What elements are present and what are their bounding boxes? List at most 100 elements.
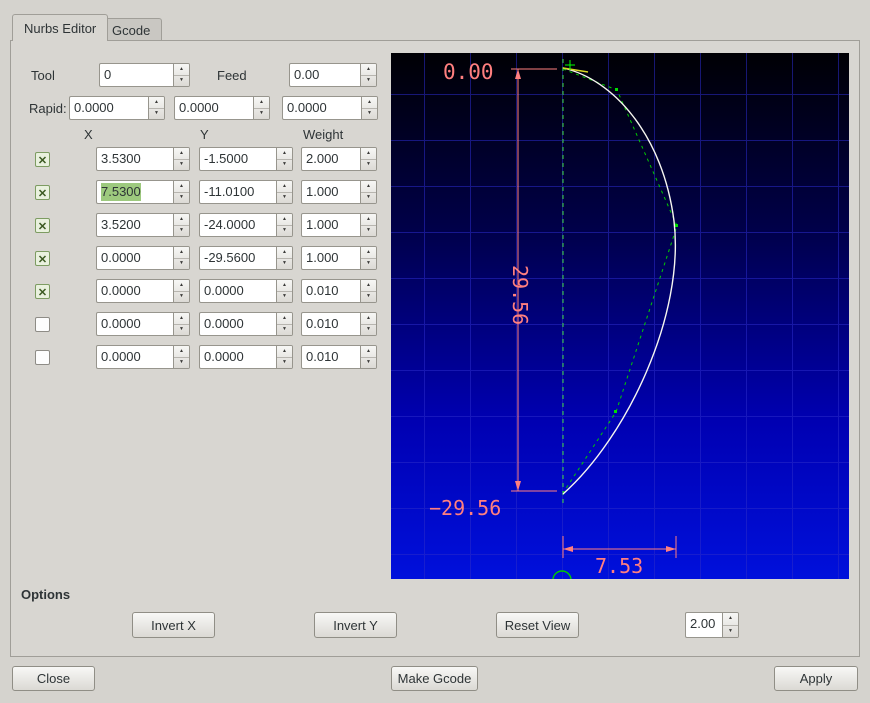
spin-down-icon[interactable]: ▼ [277, 292, 292, 303]
spin-up-icon[interactable]: ▲ [361, 64, 376, 76]
tab-nurbs-editor[interactable]: Nurbs Editor [12, 14, 109, 41]
spin-up-icon[interactable]: ▲ [174, 64, 189, 76]
spin-up-icon[interactable]: ▲ [361, 214, 376, 226]
spin-up-icon[interactable]: ▲ [174, 346, 189, 358]
point-y-spinbox[interactable]: 0.0000 ▲ ▼ [199, 345, 293, 369]
point-x-spinbox[interactable]: 0.0000 ▲ ▼ [96, 345, 190, 369]
spin-down-icon[interactable]: ▼ [174, 259, 189, 270]
point-weight-spinbox[interactable]: 0.010 ▲ ▼ [301, 345, 377, 369]
point-enable-checkbox[interactable] [35, 152, 50, 167]
spin-down-icon[interactable]: ▼ [362, 109, 377, 120]
make-gcode-button[interactable]: Make Gcode [391, 666, 478, 691]
point-weight-spinbox[interactable]: 1.000 ▲ ▼ [301, 246, 377, 270]
tab-gcode[interactable]: Gcode [100, 18, 163, 41]
spin-up-icon[interactable]: ▲ [174, 148, 189, 160]
spin-up-icon[interactable]: ▲ [174, 280, 189, 292]
point-y-spinbox[interactable]: -1.5000 ▲ ▼ [199, 147, 293, 171]
point-y-spinbox[interactable]: -24.0000 ▲ ▼ [199, 213, 293, 237]
point-enable-checkbox[interactable] [35, 317, 50, 332]
point-enable-checkbox[interactable] [35, 218, 50, 233]
spin-down-icon[interactable]: ▼ [174, 325, 189, 336]
close-button[interactable]: Close [12, 666, 95, 691]
point-x-spinbox[interactable]: 0.0000 ▲ ▼ [96, 312, 190, 336]
point-weight-spinbox[interactable]: 1.000 ▲ ▼ [301, 213, 377, 237]
control-point-marker[interactable] [614, 410, 617, 413]
spin-up-icon[interactable]: ▲ [361, 181, 376, 193]
spin-down-icon[interactable]: ▼ [361, 325, 376, 336]
spin-down-icon[interactable]: ▼ [277, 160, 292, 171]
point-x-spinbox[interactable]: 3.5300 ▲ ▼ [96, 147, 190, 171]
spin-up-icon[interactable]: ▲ [174, 313, 189, 325]
spin-up-icon[interactable]: ▲ [361, 346, 376, 358]
spin-up-icon[interactable]: ▲ [149, 97, 164, 109]
control-point-marker[interactable] [615, 88, 618, 91]
spin-down-icon[interactable]: ▼ [254, 109, 269, 120]
scale-spinbox[interactable]: 2.00 ▲ ▼ [685, 612, 739, 638]
spin-up-icon[interactable]: ▲ [362, 97, 377, 109]
point-enable-checkbox[interactable] [35, 350, 50, 365]
spin-down-icon[interactable]: ▼ [277, 226, 292, 237]
spin-down-icon[interactable]: ▼ [361, 193, 376, 204]
point-x-spinbox[interactable]: 3.5200 ▲ ▼ [96, 213, 190, 237]
spin-down-icon[interactable]: ▼ [277, 193, 292, 204]
point-weight-spinbox[interactable]: 0.010 ▲ ▼ [301, 312, 377, 336]
point-weight-spinbox[interactable]: 2.000 ▲ ▼ [301, 147, 377, 171]
spin-down-icon[interactable]: ▼ [277, 325, 292, 336]
point-y-spinbox[interactable]: 0.0000 ▲ ▼ [199, 312, 293, 336]
spin-down-icon[interactable]: ▼ [174, 160, 189, 171]
spin-down-icon[interactable]: ▼ [361, 226, 376, 237]
spin-up-icon[interactable]: ▲ [277, 148, 292, 160]
spin-up-icon[interactable]: ▲ [361, 148, 376, 160]
point-enable-checkbox[interactable] [35, 251, 50, 266]
point-x-spinbox[interactable]: 0.0000 ▲ ▼ [96, 279, 190, 303]
rapid-z-spinbox[interactable]: 0.0000 ▲ ▼ [282, 96, 378, 120]
spin-up-icon[interactable]: ▲ [277, 247, 292, 259]
point-enable-checkbox[interactable] [35, 284, 50, 299]
spin-down-icon[interactable]: ▼ [277, 358, 292, 369]
spin-down-icon[interactable]: ▼ [174, 193, 189, 204]
spin-down-icon[interactable]: ▼ [174, 358, 189, 369]
tool-spinbox[interactable]: 0 ▲ ▼ [99, 63, 190, 87]
spin-down-icon[interactable]: ▼ [277, 259, 292, 270]
point-weight-spinbox[interactable]: 0.010 ▲ ▼ [301, 279, 377, 303]
spin-up-icon[interactable]: ▲ [361, 280, 376, 292]
spin-up-icon[interactable]: ▲ [361, 313, 376, 325]
spin-up-icon[interactable]: ▲ [277, 313, 292, 325]
spin-down-icon[interactable]: ▼ [361, 160, 376, 171]
spin-down-icon[interactable]: ▼ [723, 626, 738, 638]
spin-down-icon[interactable]: ▼ [174, 226, 189, 237]
point-x-spinbox[interactable]: 0.0000 ▲ ▼ [96, 246, 190, 270]
control-point-marker[interactable] [675, 224, 678, 227]
reset-view-button[interactable]: Reset View [496, 612, 579, 638]
spin-up-icon[interactable]: ▲ [723, 613, 738, 626]
spin-down-icon[interactable]: ▼ [361, 76, 376, 87]
invert-x-button[interactable]: Invert X [132, 612, 215, 638]
point-y-spinbox[interactable]: 0.0000 ▲ ▼ [199, 279, 293, 303]
spin-up-icon[interactable]: ▲ [277, 214, 292, 226]
rapid-y-spinbox[interactable]: 0.0000 ▲ ▼ [174, 96, 270, 120]
point-weight-spinbox[interactable]: 1.000 ▲ ▼ [301, 180, 377, 204]
point-enable-checkbox[interactable] [35, 185, 50, 200]
point-y-spinbox[interactable]: -29.5600 ▲ ▼ [199, 246, 293, 270]
invert-y-button[interactable]: Invert Y [314, 612, 397, 638]
spin-up-icon[interactable]: ▲ [254, 97, 269, 109]
feed-spinbox[interactable]: 0.00 ▲ ▼ [289, 63, 377, 87]
nurbs-preview-plot[interactable]: 0.00 29.56 −29.56 7.53 [391, 53, 849, 579]
spin-up-icon[interactable]: ▲ [277, 181, 292, 193]
spin-up-icon[interactable]: ▲ [174, 181, 189, 193]
spin-up-icon[interactable]: ▲ [174, 214, 189, 226]
spin-up-icon[interactable]: ▲ [174, 247, 189, 259]
spin-up-icon[interactable]: ▲ [277, 346, 292, 358]
spin-up-icon[interactable]: ▲ [361, 247, 376, 259]
spin-down-icon[interactable]: ▼ [361, 259, 376, 270]
spin-down-icon[interactable]: ▼ [174, 292, 189, 303]
point-x-spinbox[interactable]: 7.5300 ▲ ▼ [96, 180, 190, 204]
spin-up-icon[interactable]: ▲ [277, 280, 292, 292]
point-y-spinbox[interactable]: -11.0100 ▲ ▼ [199, 180, 293, 204]
rapid-x-spinbox[interactable]: 0.0000 ▲ ▼ [69, 96, 165, 120]
apply-button[interactable]: Apply [774, 666, 858, 691]
spin-down-icon[interactable]: ▼ [174, 76, 189, 87]
spin-down-icon[interactable]: ▼ [149, 109, 164, 120]
spin-down-icon[interactable]: ▼ [361, 292, 376, 303]
spin-down-icon[interactable]: ▼ [361, 358, 376, 369]
